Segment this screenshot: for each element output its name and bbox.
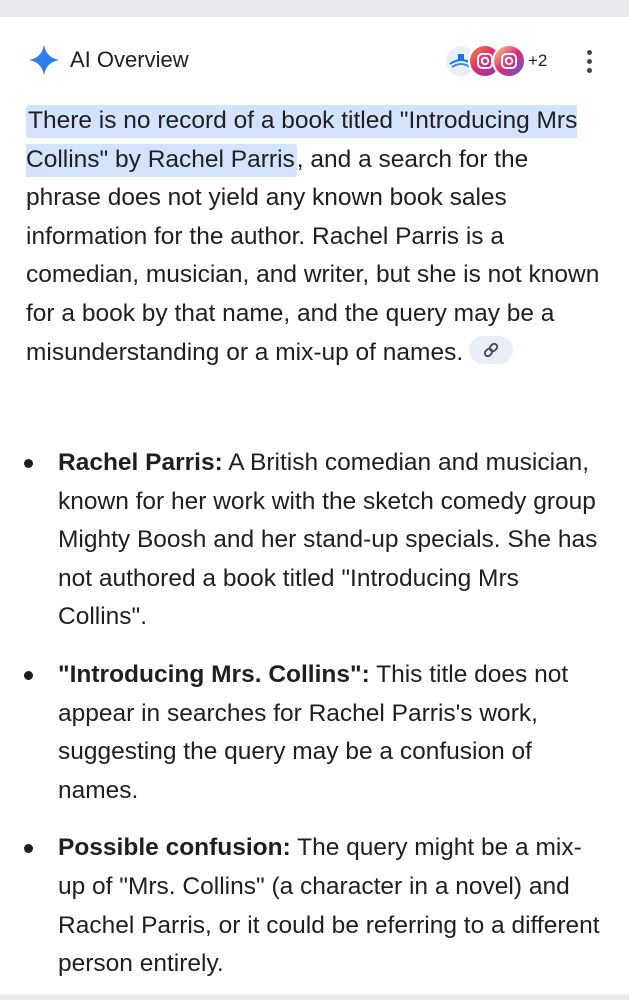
bullet-label: "Introducing Mrs. Collins": xyxy=(58,660,370,688)
answer-text: , and a search for the phrase does not y… xyxy=(26,145,600,366)
list-item: "Introducing Mrs. Collins": This title d… xyxy=(0,656,608,810)
more-vert-icon[interactable] xyxy=(578,46,600,78)
overview-bullets: Rachel Parris: A British comedian and mu… xyxy=(0,444,629,984)
ai-overview-title: AI Overview xyxy=(70,47,189,72)
list-item: Possible confusion: The query might be a… xyxy=(0,829,608,983)
overview-answer: There is no record of a book titled "Int… xyxy=(26,102,606,372)
top-divider xyxy=(0,0,629,17)
sources-extra-count[interactable]: +2 xyxy=(528,51,547,71)
ai-overview-header: AI Overview +2 xyxy=(0,40,629,84)
bullet-label: Possible confusion: xyxy=(58,834,291,862)
list-item: Rachel Parris: A British comedian and mu… xyxy=(0,444,608,637)
gemini-sparkle-icon xyxy=(28,44,60,76)
source-3-icon[interactable] xyxy=(492,44,526,78)
bullet-dot xyxy=(24,670,33,680)
bottom-divider xyxy=(0,994,629,1000)
bullet-dot xyxy=(24,844,33,854)
bullet-dot xyxy=(24,459,33,468)
bullet-text: A British comedian and musician, known f… xyxy=(58,449,598,631)
bullet-label: Rachel Parris: xyxy=(58,449,223,476)
link-icon[interactable] xyxy=(469,336,514,365)
